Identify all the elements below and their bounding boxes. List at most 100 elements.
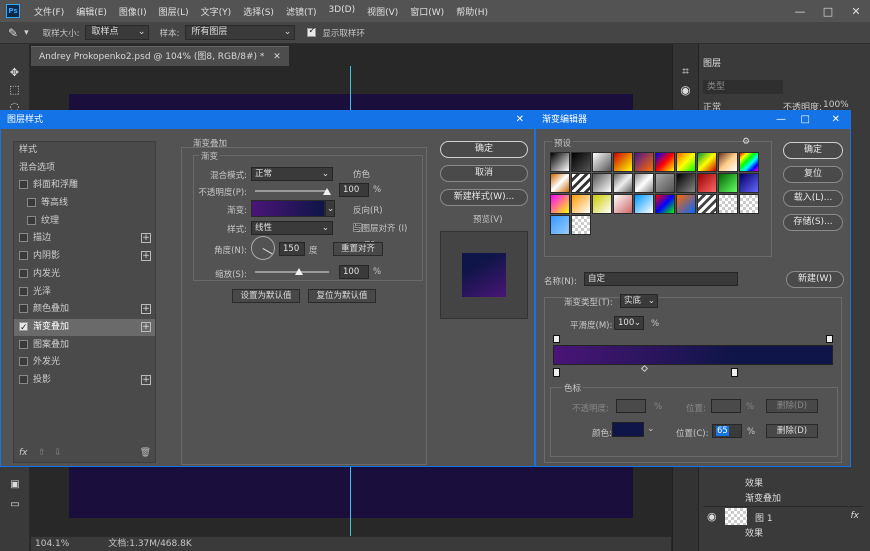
color-stop-left[interactable] bbox=[553, 368, 560, 377]
reset-default-button[interactable]: 复位为默认值 bbox=[308, 289, 376, 303]
gradient-preset-swatch[interactable] bbox=[550, 194, 570, 214]
style-list-item[interactable]: 颜色叠加 + bbox=[14, 301, 155, 319]
sample-size-select[interactable]: 取样点 ⌄ bbox=[85, 25, 150, 40]
name-input[interactable]: 自定 bbox=[584, 272, 738, 286]
gradient-preset-swatch[interactable] bbox=[739, 152, 759, 172]
gradient-new-button[interactable]: 新建(W) bbox=[786, 271, 844, 288]
close-tab-icon[interactable]: ✕ bbox=[273, 52, 281, 62]
gradient-preset-swatch[interactable] bbox=[592, 152, 612, 172]
move-tool-icon[interactable]: ✥ bbox=[0, 66, 29, 79]
delete-color-stop-button[interactable]: 删除(D) bbox=[766, 424, 818, 438]
style-checkbox[interactable] bbox=[19, 339, 28, 349]
style-list-item[interactable]: 外发光 bbox=[14, 354, 155, 372]
gradient-preview-swatch[interactable] bbox=[251, 200, 325, 217]
close-window-button[interactable]: ✕ bbox=[842, 5, 870, 18]
gradient-preset-swatch[interactable] bbox=[718, 173, 738, 193]
angle-dial[interactable] bbox=[251, 236, 275, 260]
gradient-preset-swatch[interactable] bbox=[655, 194, 675, 214]
gradient-editor-close-icon[interactable]: ✕ bbox=[832, 111, 840, 129]
gradient-picker-chevron-icon[interactable]: ⌄ bbox=[325, 200, 335, 217]
style-checkbox[interactable] bbox=[19, 251, 28, 261]
gradient-preset-swatch[interactable] bbox=[613, 194, 633, 214]
gradient-type-select[interactable]: 实底 ⌄ bbox=[620, 294, 658, 308]
visibility-eye-icon[interactable]: ◉ bbox=[707, 510, 717, 523]
style-list-item[interactable]: 样式 bbox=[14, 142, 155, 160]
menu-item[interactable]: 图层(L) bbox=[153, 5, 195, 18]
gradient-load-button[interactable]: 载入(L)... bbox=[783, 190, 843, 207]
menu-item[interactable]: 编辑(E) bbox=[70, 5, 113, 18]
minimize-button[interactable]: — bbox=[786, 5, 814, 18]
style-list-item[interactable]: 渐变叠加 + bbox=[14, 318, 155, 337]
style-checkbox[interactable] bbox=[19, 304, 28, 314]
maximize-button[interactable]: □ bbox=[814, 5, 842, 18]
marquee-tool-icon[interactable]: ⬚ bbox=[0, 83, 29, 96]
scale-input[interactable]: 100 bbox=[339, 265, 369, 279]
crop-icon[interactable]: ⌗ bbox=[673, 64, 698, 79]
add-effect-icon[interactable]: + bbox=[141, 304, 151, 315]
move-up-icon[interactable]: ⇧ bbox=[38, 448, 46, 458]
add-effect-icon[interactable]: + bbox=[141, 233, 151, 244]
angle-input[interactable]: 150 bbox=[279, 242, 305, 256]
gradient-preset-swatch[interactable] bbox=[655, 152, 675, 172]
menu-item[interactable]: 视图(V) bbox=[361, 5, 404, 18]
style-list-item[interactable]: 纹理 bbox=[14, 213, 155, 231]
gradient-preset-swatch[interactable] bbox=[613, 152, 633, 172]
style-list-item[interactable]: 等高线 bbox=[14, 195, 155, 213]
smoothness-input[interactable]: 100 ⌄ bbox=[614, 316, 644, 330]
set-default-button[interactable]: 设置为默认值 bbox=[232, 289, 300, 303]
style-list-item[interactable]: 投影 + bbox=[14, 372, 155, 390]
style-list-item[interactable]: 光泽 bbox=[14, 284, 155, 302]
screen-mode-icon[interactable]: ▭ bbox=[0, 499, 30, 510]
document-tab[interactable]: Andrey Prokopenko2.psd @ 104% (图8, RGB/8… bbox=[31, 46, 289, 66]
stop-color-swatch[interactable] bbox=[612, 422, 644, 437]
gradient-ok-button[interactable]: 确定 bbox=[783, 142, 843, 159]
layer-filter-select[interactable]: 类型 bbox=[703, 80, 783, 94]
eyedropper-tool-icon[interactable]: ◉ bbox=[673, 83, 698, 97]
opacity-input[interactable]: 100 bbox=[339, 183, 369, 197]
gradient-preset-swatch[interactable] bbox=[739, 194, 759, 214]
gradient-reset-button[interactable]: 复位 bbox=[783, 166, 843, 183]
style-checkbox[interactable] bbox=[19, 286, 28, 296]
gradient-preset-swatch[interactable] bbox=[655, 173, 675, 193]
gradient-preset-swatch[interactable] bbox=[697, 194, 717, 214]
menu-item[interactable]: 3D(D) bbox=[322, 5, 361, 18]
style-checkbox[interactable] bbox=[19, 268, 28, 278]
eyedropper-icon[interactable]: ✎ bbox=[8, 26, 18, 40]
delete-opacity-stop-button[interactable]: 删除(D) bbox=[766, 399, 818, 413]
style-list-item[interactable]: 描边 + bbox=[14, 230, 155, 249]
style-list-item[interactable]: 斜面和浮雕 bbox=[14, 177, 155, 196]
style-list-item[interactable]: 混合选项 bbox=[14, 160, 155, 178]
show-ring-checkbox[interactable] bbox=[307, 26, 317, 37]
gradient-preset-swatch[interactable] bbox=[676, 173, 696, 193]
reset-align-button[interactable]: 重置对齐 bbox=[333, 242, 383, 256]
opacity-slider-track[interactable] bbox=[255, 190, 329, 192]
blend-mode-select[interactable]: 正常 ⌄ bbox=[251, 167, 333, 181]
style-checkbox[interactable] bbox=[19, 320, 28, 337]
layer-row[interactable]: ◉ 图 1 fx bbox=[703, 506, 863, 526]
gradient-editor-maximize-icon[interactable]: □ bbox=[801, 111, 810, 129]
style-checkbox[interactable] bbox=[19, 374, 28, 384]
add-effect-icon[interactable]: + bbox=[141, 251, 151, 262]
gradient-preset-swatch[interactable] bbox=[676, 152, 696, 172]
gradient-preset-swatch[interactable] bbox=[718, 194, 738, 214]
quick-mask-icon[interactable]: ▣ bbox=[0, 479, 30, 490]
tool-preset-chevron-icon[interactable]: ▾ bbox=[24, 28, 29, 38]
zoom-readout[interactable]: 104.1% bbox=[35, 539, 69, 549]
layer-opacity-value[interactable]: 100% bbox=[823, 100, 849, 110]
menu-item[interactable]: 图像(I) bbox=[113, 5, 153, 18]
layer-style-close-icon[interactable]: ✕ bbox=[516, 111, 524, 129]
gradient-save-button[interactable]: 存储(S)... bbox=[783, 214, 843, 231]
opacity-position-input[interactable] bbox=[711, 399, 741, 413]
style-checkbox[interactable] bbox=[27, 215, 36, 225]
layer-style-cancel-button[interactable]: 取消 bbox=[440, 165, 528, 182]
scale-slider-thumb[interactable] bbox=[295, 268, 303, 275]
opacity-stop-right[interactable] bbox=[826, 335, 833, 343]
style-checkbox[interactable] bbox=[19, 180, 28, 190]
gradient-preset-swatch[interactable] bbox=[676, 194, 696, 214]
opacity-slider-thumb[interactable] bbox=[323, 188, 331, 195]
stop-opacity-input[interactable] bbox=[616, 399, 646, 413]
gradient-bar[interactable] bbox=[553, 345, 833, 365]
gradient-preset-swatch[interactable] bbox=[571, 152, 591, 172]
trash-icon[interactable]: 🗑 bbox=[140, 448, 151, 458]
stop-color-chevron-icon[interactable]: ⌄ bbox=[647, 424, 655, 434]
